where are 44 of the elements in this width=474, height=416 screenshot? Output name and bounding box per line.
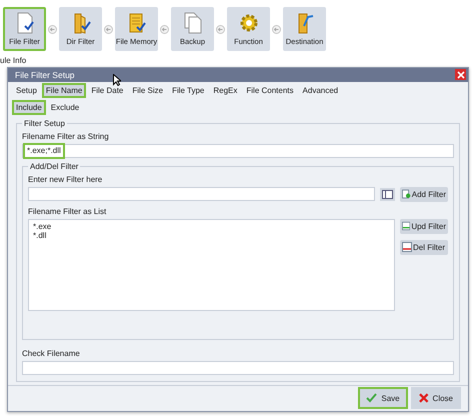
tab[interactable]: File Contents [242,82,298,98]
group-title: Add/Del Filter [29,162,80,171]
arrow-icon [216,24,225,34]
arrow-icon [104,24,113,34]
delete-filter-button[interactable]: Del Filter [400,240,448,255]
tab[interactable]: Setup [12,82,41,98]
tab[interactable]: RegEx [209,82,242,98]
browse-button[interactable] [380,188,395,201]
window-title: File Filter Setup [15,70,75,80]
save-button[interactable]: Save [358,387,408,410]
update-icon [402,221,410,232]
arrow-icon [272,24,281,34]
list-item[interactable]: *.dll [33,230,390,240]
update-filter-button[interactable]: Upd Filter [400,218,448,234]
input-field[interactable] [22,360,454,375]
arrow-icon [48,24,57,34]
tab[interactable]: Advanced [298,82,342,98]
add-filter-button[interactable]: Add Filter [400,186,448,202]
input-field[interactable] [28,187,375,202]
delete-icon [402,242,412,252]
tab[interactable]: File Name [42,82,86,98]
close-button[interactable]: Close [411,387,461,410]
field-label: Enter new Filter here [28,174,104,184]
tab[interactable]: Exclude [46,100,84,115]
close-icon [419,393,429,404]
group-title: Filter Setup [23,118,66,128]
field-label: Filename Filter as List [28,206,108,216]
close-button[interactable] [455,69,466,80]
list-item[interactable]: *.exe [33,222,390,231]
add-document-icon [402,189,411,200]
list-box[interactable]: *.exe *.dll [28,218,395,311]
documents-icon [182,12,204,34]
tab[interactable]: File Date [87,82,128,98]
mouse-pointer-icon [113,74,121,86]
tab[interactable]: File Size [128,82,168,98]
field-label: Filename Filter as String [22,132,110,141]
tab[interactable]: Include [12,100,46,115]
field-label: Check Filename [22,348,81,358]
input-field[interactable]: *.exe;*.dll [23,142,65,159]
tab[interactable]: File Type [168,82,208,98]
checkmark-icon [366,393,378,404]
gear-icon [238,12,260,34]
arrow-icon [160,24,169,34]
section-label: ule Info [0,55,28,66]
